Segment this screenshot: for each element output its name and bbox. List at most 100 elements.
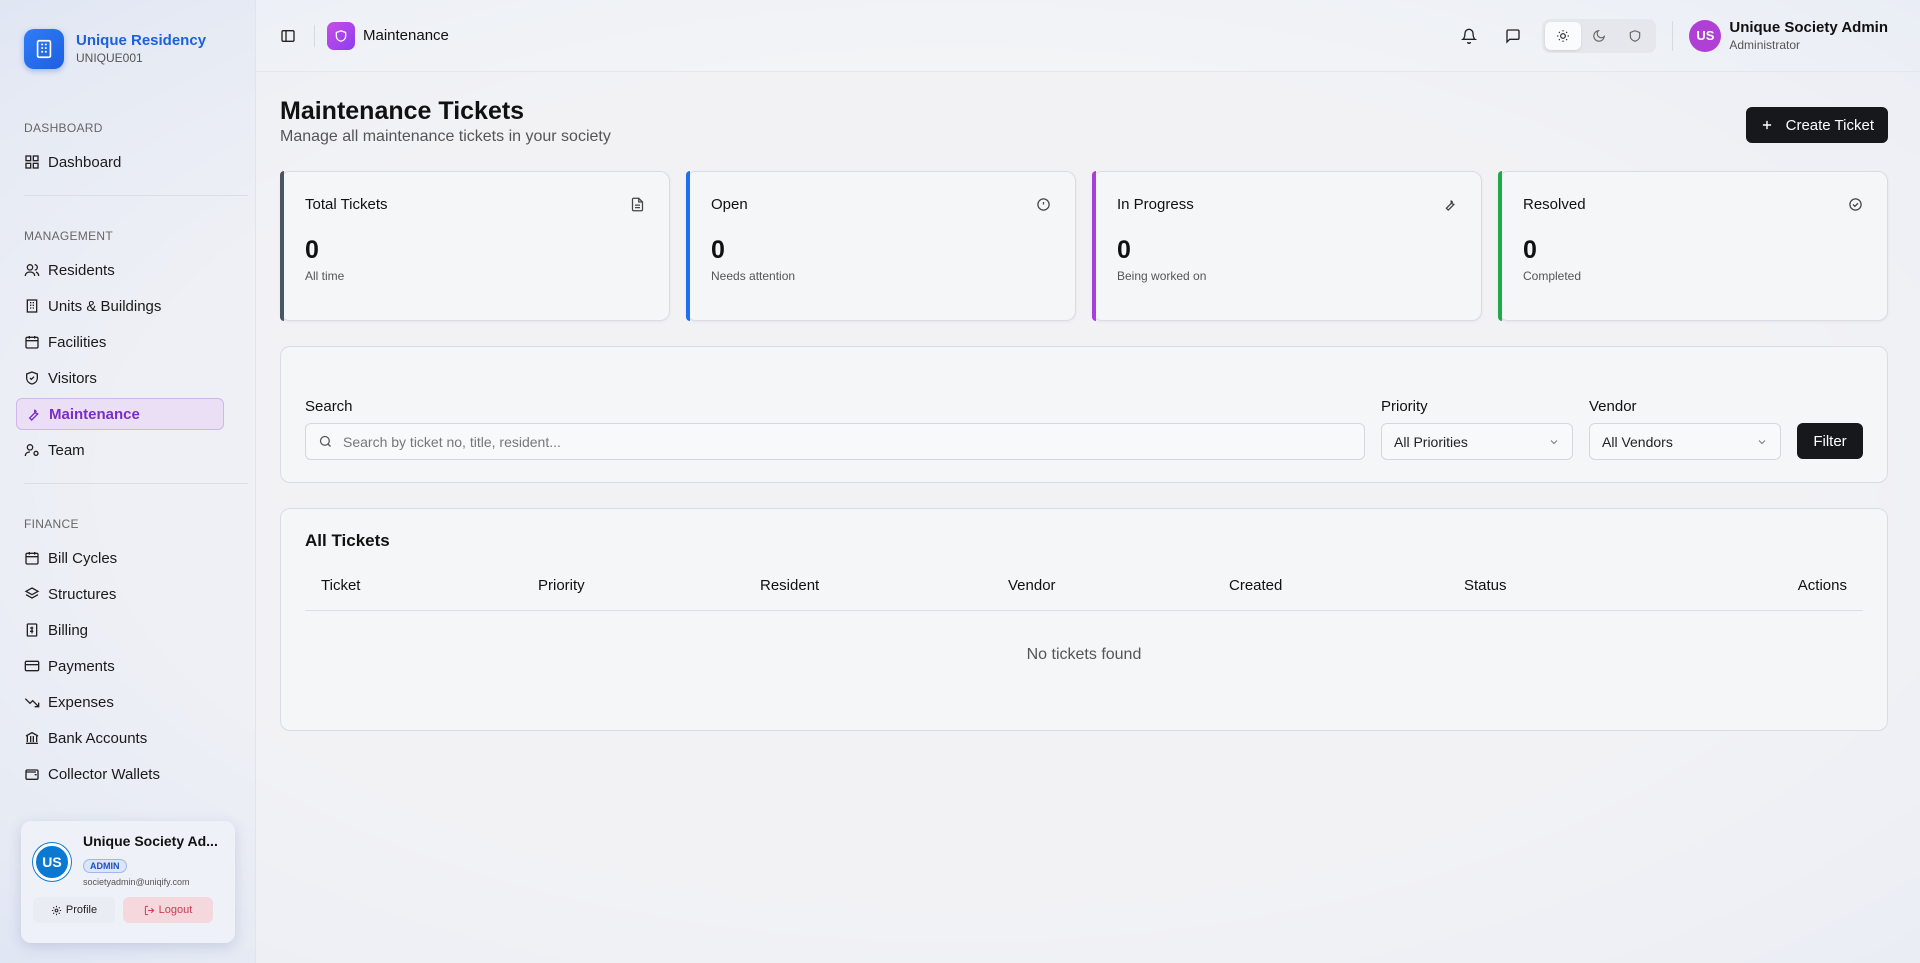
- role-badge: ADMIN: [83, 859, 127, 873]
- stat-note: Completed: [1523, 269, 1582, 283]
- wallet-icon: [24, 766, 40, 782]
- stat-label: Resolved: [1523, 196, 1586, 213]
- building-icon: [24, 298, 40, 314]
- sidebar-item-payments[interactable]: Payments: [16, 650, 224, 682]
- sidebar-item-collector-wallets[interactable]: Collector Wallets: [16, 758, 224, 790]
- sidebar-item-expenses[interactable]: Expenses: [16, 686, 224, 718]
- wrench-icon: [25, 406, 41, 422]
- filter-card: Search Search by ticket no, title, resid…: [280, 346, 1888, 483]
- column-header-ticket[interactable]: Ticket: [321, 577, 538, 594]
- brand-code: UNIQUE001: [76, 51, 143, 65]
- column-header-status[interactable]: Status: [1464, 577, 1664, 594]
- page-breadcrumb: Maintenance: [363, 27, 449, 44]
- main: Maintenance US Unique Society Admin Admi…: [256, 0, 1920, 963]
- nav-section-finance: FINANCE Bill Cycles Structures Billing P…: [0, 514, 255, 790]
- column-header-priority[interactable]: Priority: [538, 577, 760, 594]
- sidebar-item-units-buildings[interactable]: Units & Buildings: [16, 290, 224, 322]
- logout-label: Logout: [158, 904, 193, 916]
- profile-label: Profile: [65, 904, 98, 916]
- sidebar-item-label: Bank Accounts: [48, 729, 148, 747]
- tickets-table-card: All Tickets Ticket Priority Resident Ven…: [280, 508, 1888, 731]
- bell-icon[interactable]: [1454, 21, 1484, 51]
- brand-name: Unique Residency: [76, 32, 207, 49]
- column-header-vendor[interactable]: Vendor: [1008, 577, 1229, 594]
- sidebar-item-label: Payments: [48, 657, 115, 675]
- search-icon: [318, 434, 333, 449]
- divider: [314, 24, 315, 47]
- moon-icon[interactable]: [1581, 22, 1617, 50]
- vendor-select[interactable]: All Vendors: [1589, 423, 1781, 460]
- priority-label: Priority: [1381, 398, 1428, 415]
- priority-select[interactable]: All Priorities: [1381, 423, 1573, 460]
- sidebar-item-team[interactable]: Team: [16, 434, 224, 466]
- search-placeholder: Search by ticket no, title, resident...: [343, 433, 561, 450]
- sidebar-item-label: Maintenance: [49, 405, 140, 423]
- nav-section-dashboard: DASHBOARD Dashboard: [0, 118, 255, 178]
- calendar-icon: [24, 334, 40, 350]
- sidebar-item-structures[interactable]: Structures: [16, 578, 224, 610]
- trending-down-icon: [24, 694, 40, 710]
- vendor-label: Vendor: [1589, 398, 1637, 415]
- stat-value: 0: [305, 236, 319, 264]
- user-role: Administrator: [1729, 37, 1801, 52]
- sidebar-toggle-icon[interactable]: [274, 22, 302, 50]
- sidebar-item-maintenance[interactable]: Maintenance: [16, 398, 224, 430]
- avatar[interactable]: US: [33, 843, 71, 881]
- content: Maintenance Tickets Manage all maintenan…: [256, 72, 1920, 963]
- stat-card-open: Open 0 Needs attention: [686, 171, 1076, 321]
- alert-circle-icon: [1036, 197, 1051, 212]
- calendar-icon: [24, 550, 40, 566]
- brand[interactable]: Unique Residency UNIQUE001: [0, 0, 255, 70]
- sidebar-item-label: Collector Wallets: [48, 765, 160, 783]
- user-menu[interactable]: Unique Society Admin Administrator: [1729, 19, 1888, 53]
- sidebar-item-dashboard[interactable]: Dashboard: [16, 146, 224, 178]
- logout-icon: [144, 905, 155, 916]
- nav-section-management: MANAGEMENT Residents Units & Buildings F…: [0, 226, 255, 466]
- user-name: Unique Society Ad...: [83, 833, 218, 849]
- sidebar-item-label: Bill Cycles: [48, 549, 118, 567]
- logout-button[interactable]: Logout: [123, 897, 213, 923]
- sidebar-item-visitors[interactable]: Visitors: [16, 362, 224, 394]
- user-name: Unique Society Admin: [1729, 18, 1888, 36]
- sidebar-item-billing[interactable]: Billing: [16, 614, 224, 646]
- shield-check-icon: [24, 370, 40, 386]
- sidebar-item-residents[interactable]: Residents: [16, 254, 224, 286]
- credit-card-icon: [24, 658, 40, 674]
- chevron-down-icon: [1548, 436, 1560, 448]
- check-circle-icon: [1848, 197, 1863, 212]
- sidebar-item-label: Dashboard: [48, 153, 122, 171]
- user-email: societyadmin@uniqify.com: [83, 877, 190, 887]
- message-icon[interactable]: [1498, 21, 1528, 51]
- user-cog-icon: [24, 442, 40, 458]
- column-header-created[interactable]: Created: [1229, 577, 1464, 594]
- bank-icon: [24, 730, 40, 746]
- layers-icon: [24, 586, 40, 602]
- sidebar-item-label: Residents: [48, 261, 115, 279]
- sidebar-item-label: Billing: [48, 621, 89, 639]
- create-ticket-button[interactable]: Create Ticket: [1745, 107, 1888, 143]
- stat-value: 0: [1117, 236, 1131, 264]
- wrench-icon: [1442, 197, 1457, 212]
- shield-icon[interactable]: [1617, 22, 1653, 50]
- plus-icon: [1760, 118, 1774, 132]
- divider: [1672, 20, 1674, 51]
- stats-row: Total Tickets 0 All time Open 0 Needs at…: [280, 171, 1888, 321]
- sidebar-item-facilities[interactable]: Facilities: [16, 326, 224, 358]
- sidebar-item-bank-accounts[interactable]: Bank Accounts: [16, 722, 224, 754]
- stat-label: In Progress: [1117, 196, 1194, 213]
- grid-icon: [24, 154, 40, 170]
- stat-label: Total Tickets: [305, 196, 388, 213]
- sidebar: Unique Residency UNIQUE001 DASHBOARD Das…: [0, 0, 256, 963]
- stat-card-total: Total Tickets 0 All time: [280, 171, 670, 321]
- stat-value: 0: [711, 236, 725, 264]
- profile-button[interactable]: Profile: [33, 897, 115, 923]
- avatar[interactable]: US: [1689, 19, 1722, 52]
- page-title: Maintenance Tickets: [280, 97, 525, 125]
- sidebar-item-label: Structures: [48, 585, 117, 603]
- stat-note: Needs attention: [711, 269, 796, 283]
- filter-button[interactable]: Filter: [1797, 423, 1863, 459]
- sidebar-item-bill-cycles[interactable]: Bill Cycles: [16, 542, 224, 574]
- search-input[interactable]: Search by ticket no, title, resident...: [305, 423, 1365, 460]
- column-header-resident[interactable]: Resident: [760, 577, 1008, 594]
- sun-icon[interactable]: [1545, 21, 1582, 50]
